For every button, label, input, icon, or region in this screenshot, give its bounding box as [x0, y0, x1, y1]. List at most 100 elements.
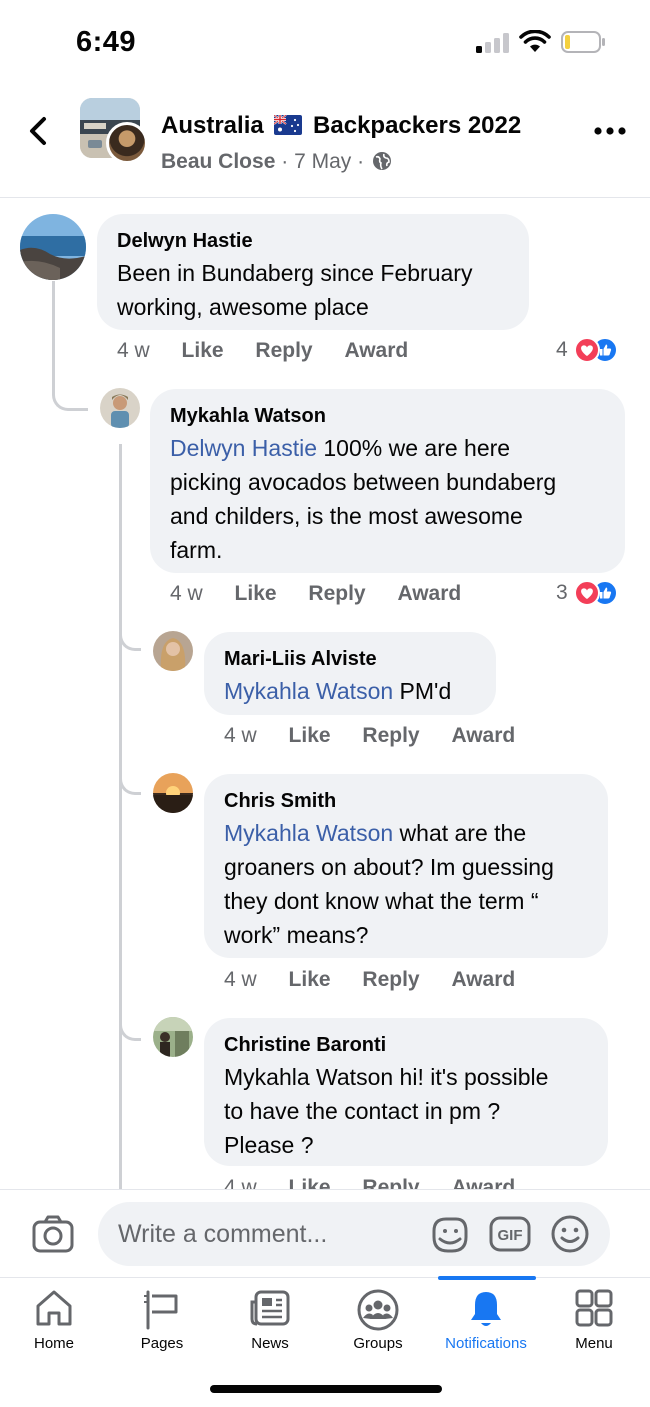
- menu-grid-icon: [575, 1289, 613, 1327]
- gif-icon[interactable]: GIF: [489, 1215, 531, 1253]
- comment-actions: 4 w Like Reply Award: [224, 1176, 541, 1189]
- comment-author[interactable]: Mari-Liis Alviste: [224, 646, 476, 672]
- status-time: 6:49: [76, 26, 137, 58]
- avatar[interactable]: [20, 214, 86, 280]
- sticker-icon[interactable]: [430, 1215, 470, 1255]
- comment-text: Mykahla Watson hi! it's possible to have…: [224, 1064, 549, 1158]
- comment-author[interactable]: Chris Smith: [224, 788, 588, 814]
- comment-time: 4 w: [224, 1176, 257, 1189]
- award-button[interactable]: Award: [451, 1176, 515, 1189]
- comment-time: 4 w: [224, 724, 257, 747]
- svg-text:GIF: GIF: [498, 1227, 523, 1244]
- comment-actions: 4 w Like Reply Award: [224, 724, 541, 748]
- reply-button[interactable]: Reply: [308, 582, 365, 605]
- award-button[interactable]: Award: [397, 582, 461, 605]
- nav-news[interactable]: News: [216, 1278, 324, 1368]
- post-header: Australia Backpackers 2022 Beau Close · …: [0, 86, 650, 198]
- comment-bubble[interactable]: Chris Smith Mykahla Watson what are the …: [204, 774, 608, 958]
- comment-actions: 4 w Like Reply Award: [170, 582, 487, 606]
- comment-author[interactable]: Mykahla Watson: [170, 403, 605, 429]
- avatar[interactable]: [153, 631, 193, 671]
- poster-avatar[interactable]: [106, 122, 148, 164]
- nav-label: Pages: [140, 1335, 184, 1352]
- comment-text: Delwyn Hastie 100% we are here picking a…: [170, 435, 557, 563]
- love-reaction-icon: [573, 580, 600, 606]
- award-button[interactable]: Award: [451, 968, 515, 991]
- signal-icon: [476, 33, 509, 53]
- comment-bubble[interactable]: Mari-Liis Alviste Mykahla Watson PM'd: [204, 632, 496, 715]
- thread-connector: [119, 444, 122, 1189]
- mention-link[interactable]: Delwyn Hastie: [170, 435, 317, 461]
- thread-connector: [52, 281, 88, 411]
- award-button[interactable]: Award: [344, 339, 408, 362]
- nav-label: Notifications: [445, 1335, 527, 1352]
- post-meta: Beau Close · 7 May ·: [161, 150, 392, 174]
- thread-connector: [119, 969, 141, 1041]
- comment-text: Been in Bundaberg since February working…: [117, 260, 473, 320]
- mention-link[interactable]: Mykahla Watson: [224, 678, 393, 704]
- wifi-icon: [519, 30, 551, 52]
- post-author[interactable]: Beau Close: [161, 150, 275, 173]
- avatar[interactable]: [153, 1017, 193, 1057]
- comment-input[interactable]: [98, 1202, 610, 1266]
- nav-menu[interactable]: Menu: [540, 1278, 648, 1368]
- comment-bubble[interactable]: Delwyn Hastie Been in Bundaberg since Fe…: [97, 214, 529, 330]
- comment-time: 4 w: [117, 339, 150, 362]
- like-button[interactable]: Like: [289, 968, 331, 991]
- reaction-count: 4: [556, 338, 568, 361]
- avatar[interactable]: [100, 388, 140, 428]
- comment-composer: GIF: [0, 1189, 650, 1277]
- mention-link[interactable]: Mykahla Watson: [224, 820, 393, 846]
- nav-groups[interactable]: Groups: [324, 1278, 432, 1368]
- australia-flag-icon: [274, 115, 303, 135]
- globe-icon: [372, 152, 391, 170]
- nav-home[interactable]: Home: [0, 1278, 108, 1368]
- bell-icon: [471, 1292, 501, 1326]
- reply-button[interactable]: Reply: [255, 339, 312, 362]
- comment-text: Mykahla Watson PM'd: [224, 678, 452, 704]
- flag-icon: [144, 1290, 178, 1330]
- comment-bubble[interactable]: Mykahla Watson Delwyn Hastie 100% we are…: [150, 389, 625, 573]
- nav-label: News: [251, 1335, 289, 1352]
- comment-text: Mykahla Watson what are the groaners on …: [224, 820, 554, 948]
- battery-icon: [561, 31, 605, 53]
- reply-button[interactable]: Reply: [362, 724, 419, 747]
- like-button[interactable]: Like: [235, 582, 277, 605]
- emoji-icon[interactable]: [550, 1214, 590, 1254]
- comments-list: Delwyn Hastie Been in Bundaberg since Fe…: [0, 199, 650, 1189]
- reply-button[interactable]: Reply: [362, 968, 419, 991]
- camera-icon[interactable]: [32, 1215, 74, 1253]
- thread-connector: [119, 729, 141, 795]
- like-button[interactable]: Like: [182, 339, 224, 362]
- avatar[interactable]: [153, 773, 193, 813]
- like-button[interactable]: Like: [289, 1176, 331, 1189]
- reply-button[interactable]: Reply: [362, 1176, 419, 1189]
- comment-author[interactable]: Delwyn Hastie: [117, 228, 509, 254]
- comment-author[interactable]: Christine Baronti: [224, 1032, 588, 1058]
- more-options-icon[interactable]: [594, 126, 626, 136]
- reaction-summary[interactable]: 3: [556, 580, 618, 606]
- group-title[interactable]: Australia Backpackers 2022: [161, 112, 521, 140]
- comment-time: 4 w: [170, 582, 203, 605]
- comment-bubble[interactable]: Christine Baronti Mykahla Watson hi! it'…: [204, 1018, 608, 1166]
- status-bar: 6:49: [0, 0, 650, 86]
- groups-icon: [357, 1289, 399, 1331]
- nav-notifications[interactable]: Notifications: [432, 1278, 540, 1368]
- news-icon: [250, 1290, 290, 1326]
- home-indicator[interactable]: [210, 1385, 442, 1393]
- comment-time: 4 w: [224, 968, 257, 991]
- back-arrow-icon[interactable]: [22, 114, 56, 148]
- nav-label: Menu: [575, 1335, 613, 1352]
- reaction-count: 3: [556, 581, 568, 604]
- nav-pages[interactable]: Pages: [108, 1278, 216, 1368]
- award-button[interactable]: Award: [451, 724, 515, 747]
- comment-actions: 4 w Like Reply Award: [117, 339, 434, 363]
- reaction-summary[interactable]: 4: [556, 337, 618, 363]
- thread-connector: [119, 589, 141, 651]
- home-icon: [36, 1290, 72, 1326]
- nav-label: Groups: [353, 1335, 403, 1352]
- love-reaction-icon: [573, 337, 600, 363]
- post-date[interactable]: 7 May: [294, 150, 351, 173]
- comment-actions: 4 w Like Reply Award: [224, 968, 541, 992]
- like-button[interactable]: Like: [289, 724, 331, 747]
